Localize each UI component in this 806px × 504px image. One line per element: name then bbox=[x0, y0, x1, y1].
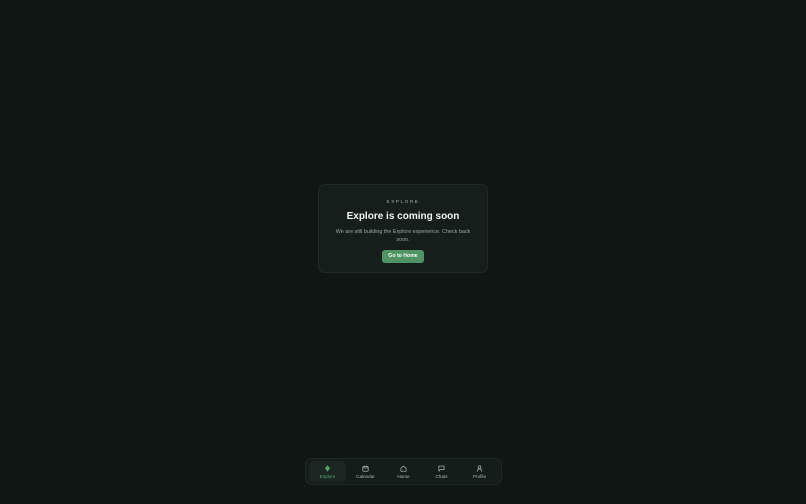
nav-item-explore[interactable]: Explore bbox=[309, 461, 346, 482]
user-icon bbox=[476, 465, 483, 472]
nav-item-profile[interactable]: Profile bbox=[461, 461, 498, 482]
section-eyebrow: EXPLORE bbox=[386, 199, 420, 204]
home-icon bbox=[400, 465, 407, 471]
bottom-navigation: Explore Calendar Home Chats Profile bbox=[305, 458, 502, 485]
coming-soon-card: EXPLORE Explore is coming soon We are st… bbox=[318, 184, 488, 273]
nav-item-calendar[interactable]: Calendar bbox=[347, 461, 384, 482]
diamond-icon bbox=[324, 464, 331, 472]
nav-label-profile: Profile bbox=[472, 473, 487, 479]
chat-icon bbox=[438, 465, 445, 471]
nav-item-chats[interactable]: Chats bbox=[423, 461, 460, 482]
nav-item-home[interactable]: Home bbox=[385, 461, 422, 482]
card-description: We are still building the Explore experi… bbox=[335, 229, 471, 243]
nav-label-home: Home bbox=[397, 473, 410, 479]
go-to-home-button[interactable]: Go to Home bbox=[382, 250, 424, 263]
card-title: Explore is coming soon bbox=[346, 211, 460, 222]
nav-label-chats: Chats bbox=[435, 473, 448, 479]
calendar-icon bbox=[362, 465, 369, 471]
nav-label-explore: Explore bbox=[319, 473, 336, 479]
nav-label-calendar: Calendar bbox=[356, 473, 375, 479]
